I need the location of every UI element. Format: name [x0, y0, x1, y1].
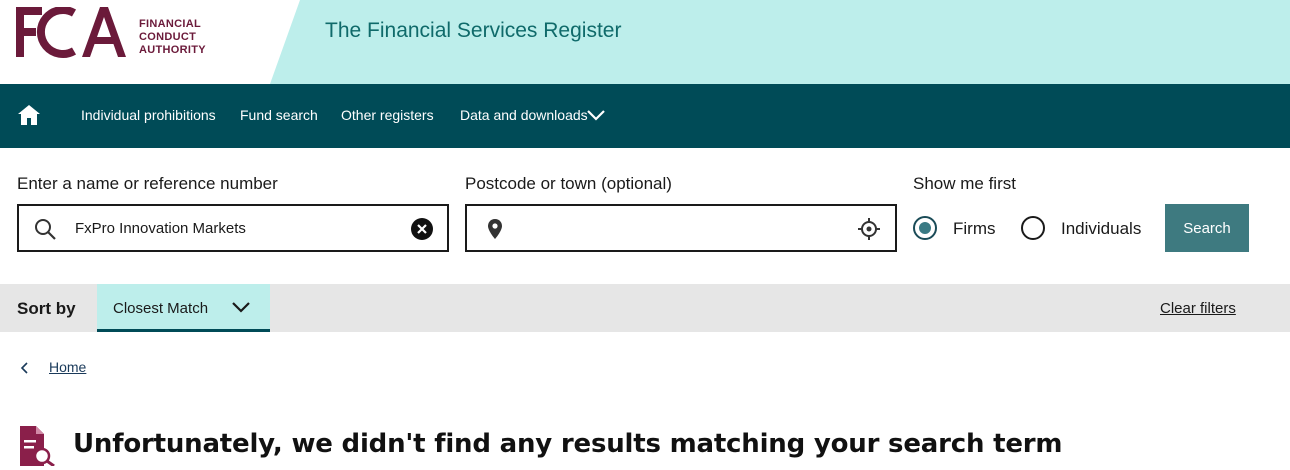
map-pin-icon	[488, 219, 502, 239]
chevron-down-icon[interactable]	[231, 300, 251, 314]
search-icon	[35, 219, 56, 240]
sort-select[interactable]: Closest Match	[97, 284, 270, 332]
nav-item-data-and-downloads[interactable]: Data and downloads	[460, 107, 588, 123]
postcode-field-label: Postcode or town (optional)	[465, 174, 672, 193]
home-icon[interactable]	[17, 103, 41, 127]
search-button[interactable]: Search	[1165, 204, 1249, 252]
site-header: FINANCIAL CONDUCT AUTHORITY The Financia…	[0, 0, 1290, 84]
breadcrumb-home-link[interactable]: Home	[49, 359, 86, 375]
show-first-label: Show me first	[913, 174, 1016, 193]
logo-text: FINANCIAL CONDUCT AUTHORITY	[139, 18, 206, 56]
name-field-label: Enter a name or reference number	[17, 174, 278, 193]
main-nav: Individual prohibitions Fund search Othe…	[0, 84, 1290, 148]
fca-logo[interactable]: FINANCIAL CONDUCT AUTHORITY	[16, 6, 206, 59]
postcode-input[interactable]	[465, 204, 897, 252]
chevron-down-icon[interactable]	[586, 108, 606, 122]
close-icon	[417, 224, 427, 234]
sort-selected-value[interactable]: Closest Match	[113, 300, 208, 317]
nav-item-other-registers[interactable]: Other registers	[341, 107, 434, 123]
name-search-input[interactable]: FxPro Innovation Markets	[17, 204, 449, 252]
sort-bar: Sort by Closest Match Clear filters	[0, 284, 1290, 332]
fca-logo-mark	[16, 6, 126, 58]
name-input-value[interactable]: FxPro Innovation Markets	[75, 220, 246, 237]
radio-individuals-label[interactable]: Individuals	[1061, 219, 1141, 239]
nav-item-fund-search[interactable]: Fund search	[240, 107, 318, 123]
clear-input-button[interactable]	[411, 218, 433, 240]
no-results-message: Unfortunately, we didn't find any result…	[73, 429, 1063, 459]
chevron-left-icon	[20, 362, 28, 374]
radio-firms[interactable]	[913, 216, 937, 240]
sort-by-label: Sort by	[17, 299, 76, 318]
locate-me-icon[interactable]	[857, 217, 881, 241]
radio-individuals[interactable]	[1021, 216, 1045, 240]
clear-filters-link[interactable]: Clear filters	[1160, 300, 1236, 317]
site-title: The Financial Services Register	[325, 19, 622, 42]
nav-item-individual-prohibitions[interactable]: Individual prohibitions	[81, 107, 216, 123]
no-results-icon	[20, 426, 55, 466]
radio-firms-label[interactable]: Firms	[953, 219, 995, 239]
